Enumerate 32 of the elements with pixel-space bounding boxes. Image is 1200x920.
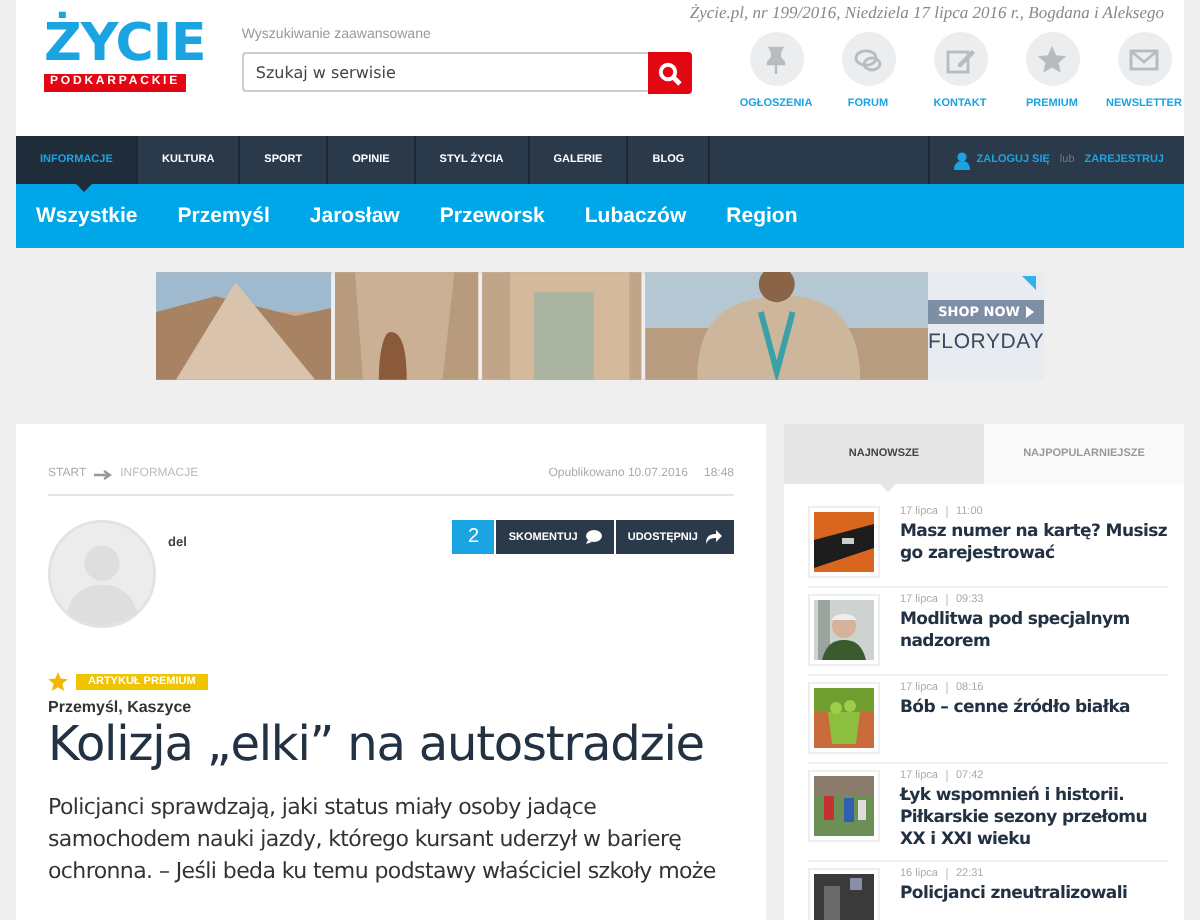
news-link[interactable]: Modlitwa pod specjalnym nadzorem [900, 610, 1168, 654]
search-icon [657, 61, 682, 85]
search-field[interactable]: Szukaj w serwisie [241, 52, 648, 92]
subnav-link[interactable]: Lubaczów [584, 204, 687, 228]
ad-brand: FLORYDAY [927, 330, 1044, 354]
location-text: Przemyśl, Kaszyce [48, 698, 194, 716]
comment-count: 2 [452, 520, 495, 554]
share-icon [706, 530, 722, 544]
article-lead: Policjanci sprawdzają, jaki status miały osoby jadące samochodem nauki jazdy, którego kursant uderzył w barierę ochronna. – Jeśli beda ku temu podstawy właściciel szkoły może [48, 792, 718, 888]
speech-bubble-icon [585, 530, 602, 544]
star-icon [48, 672, 68, 692]
subnav-link[interactable]: Jarosław [309, 204, 400, 228]
envelope-icon[interactable] [1117, 32, 1171, 86]
news-link[interactable]: Masz numer na kartę? Musisz go zarejestrować [900, 522, 1168, 566]
news-link[interactable]: Policjanci zneutralizowali [900, 884, 1128, 906]
caret-icon [1025, 306, 1034, 318]
pin-icon[interactable] [749, 32, 803, 86]
subnav-link[interactable]: Region [726, 204, 798, 228]
subnav-link[interactable]: Wszystkie [36, 204, 138, 228]
ad-choices-icon [1022, 276, 1036, 290]
news-link[interactable]: Bób – cenne źródło białka [900, 698, 1130, 720]
arrow-icon [94, 469, 113, 479]
news-link[interactable]: Łyk wspomnień i historii. Piłkarskie sezony przełomu XX i XXI wieku [900, 786, 1168, 852]
article-title: Kolizja „elki” na autostradzie [48, 716, 706, 772]
search-button[interactable] [647, 52, 692, 94]
user-icon [954, 151, 971, 169]
chat-icon[interactable] [841, 32, 895, 86]
edit-icon[interactable] [933, 32, 987, 86]
avatar-icon [48, 520, 156, 628]
subnav-link[interactable]: Przeworsk [439, 204, 545, 228]
subnav-link[interactable]: Przemyśl [177, 204, 270, 228]
date-line: Życie.pl, nr 199/2016, Niedziela 17 lipca 2016 r., Bogdana i Aleksego [689, 0, 1166, 22]
